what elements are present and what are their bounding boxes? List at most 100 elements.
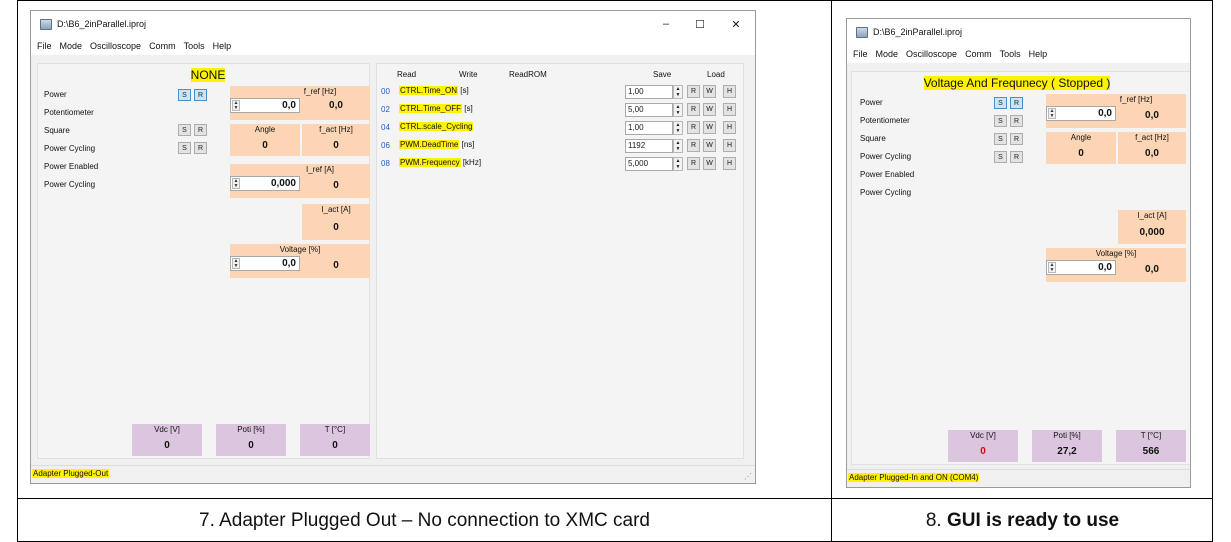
voltage-input[interactable]: ▲ ▼ 0,0: [1046, 260, 1116, 275]
menu-oscilloscope[interactable]: Oscilloscope: [906, 49, 957, 59]
status-text: Adapter Plugged-Out: [32, 469, 110, 478]
spin-arrows-icon[interactable]: ▲ ▼: [673, 157, 683, 171]
param-help-button[interactable]: H: [723, 85, 736, 98]
param-write-button[interactable]: W: [703, 157, 716, 170]
table-row: 04 CTRL.scale_Cycling 1,00 ▲ ▼ R W H: [377, 120, 743, 137]
label-potentiometer: Potentiometer: [860, 116, 910, 125]
menu-bar: File Mode Oscilloscope Comm Tools Help: [847, 45, 1190, 63]
power-set-button[interactable]: S: [178, 89, 191, 101]
window-title: D:\B6_2inParallel.iproj: [57, 19, 147, 29]
power-reset-button[interactable]: R: [1010, 97, 1023, 109]
power-set-button[interactable]: S: [994, 97, 1007, 109]
temp-box: T [°C] 566: [1116, 430, 1186, 462]
f-act-box: f_act [Hz] 0: [302, 124, 370, 156]
voltage-box: Voltage [%] ▲ ▼ 0,0 0,0: [1046, 248, 1186, 282]
i-ref-input[interactable]: ▲ ▼ 0,000: [230, 176, 300, 191]
power-cycling-set-button[interactable]: S: [994, 151, 1007, 163]
client-area: NONE Power Potentiometer Square Power Cy…: [31, 55, 755, 483]
param-help-button[interactable]: H: [723, 121, 736, 134]
save-header[interactable]: Save: [653, 70, 671, 79]
spin-arrows-icon[interactable]: ▲ ▼: [232, 100, 240, 111]
menu-mode[interactable]: Mode: [60, 41, 83, 51]
label-power: Power: [860, 98, 883, 107]
square-set-button[interactable]: S: [994, 133, 1007, 145]
param-read-button[interactable]: R: [687, 103, 700, 116]
power-cycling-reset-button[interactable]: R: [1010, 151, 1023, 163]
param-write-button[interactable]: W: [703, 121, 716, 134]
menu-comm[interactable]: Comm: [149, 41, 176, 51]
label-power-cycling: Power Cycling: [44, 144, 96, 153]
parameter-panel: Read Write ReadROM Save Load 00 CTRL.Tim…: [376, 63, 744, 459]
i-ref-value: 0: [333, 180, 339, 191]
menu-tools[interactable]: Tools: [184, 41, 205, 51]
spin-arrows-icon[interactable]: ▲ ▼: [673, 139, 683, 153]
label-power-cycling-status: Power Cycling: [860, 188, 912, 197]
poti-value: 27,2: [1057, 446, 1077, 457]
param-value-input[interactable]: 1,00: [625, 85, 673, 99]
table-row: 06 PWM.DeadTime [ns] 1192 ▲ ▼ R W H: [377, 138, 743, 155]
param-value-input[interactable]: 1,00: [625, 121, 673, 135]
menu-tools[interactable]: Tools: [1000, 49, 1021, 59]
square-reset-button[interactable]: R: [194, 124, 207, 136]
square-set-button[interactable]: S: [178, 124, 191, 136]
load-header[interactable]: Load: [707, 70, 725, 79]
param-value-input[interactable]: 1192: [625, 139, 673, 153]
menu-help[interactable]: Help: [1029, 49, 1048, 59]
mode-label: NONE: [190, 68, 226, 82]
spin-arrows-icon[interactable]: ▲ ▼: [232, 258, 240, 269]
voltage-input[interactable]: ▲ ▼ 0,0: [230, 256, 300, 271]
resize-grip-icon[interactable]: ⋰: [744, 472, 752, 481]
param-write-button[interactable]: W: [703, 139, 716, 152]
power-cycling-set-button[interactable]: S: [178, 142, 191, 154]
f-ref-value: 0,0: [1145, 110, 1159, 121]
minimize-button[interactable]: –: [649, 11, 683, 37]
menu-file[interactable]: File: [37, 41, 52, 51]
menu-help[interactable]: Help: [213, 41, 232, 51]
spin-arrows-icon[interactable]: ▲ ▼: [673, 85, 683, 99]
param-value-input[interactable]: 5,000: [625, 157, 673, 171]
potentiometer-set-button[interactable]: S: [994, 115, 1007, 127]
parameter-list: 00 CTRL.Time_ON [s] 1,00 ▲ ▼ R W H 02 CTR…: [377, 84, 743, 184]
vdc-box: Vdc [V] 0: [948, 430, 1018, 462]
power-cycling-reset-button[interactable]: R: [194, 142, 207, 154]
param-value-input[interactable]: 5,00: [625, 103, 673, 117]
table-row: 00 CTRL.Time_ON [s] 1,00 ▲ ▼ R W H: [377, 84, 743, 101]
spin-arrows-icon[interactable]: ▲ ▼: [1048, 262, 1056, 273]
param-help-button[interactable]: H: [723, 139, 736, 152]
param-write-button[interactable]: W: [703, 85, 716, 98]
param-help-button[interactable]: H: [723, 157, 736, 170]
param-read-button[interactable]: R: [687, 157, 700, 170]
param-read-button[interactable]: R: [687, 139, 700, 152]
f-act-box: f_act [Hz] 0,0: [1118, 132, 1186, 164]
i-act-box: I_act [A] 0: [302, 204, 370, 240]
spin-arrows-icon[interactable]: ▲ ▼: [232, 178, 240, 189]
spin-arrows-icon[interactable]: ▲ ▼: [1048, 108, 1056, 119]
param-write-button[interactable]: W: [703, 103, 716, 116]
title-bar: D:\B6_2inParallel.iproj: [847, 19, 1190, 45]
param-read-button[interactable]: R: [687, 85, 700, 98]
maximize-button[interactable]: ☐: [683, 11, 717, 37]
potentiometer-reset-button[interactable]: R: [1010, 115, 1023, 127]
power-reset-button[interactable]: R: [194, 89, 207, 101]
square-reset-button[interactable]: R: [1010, 133, 1023, 145]
spin-arrows-icon[interactable]: ▲ ▼: [673, 121, 683, 135]
write-header[interactable]: Write: [459, 70, 478, 79]
menu-mode[interactable]: Mode: [876, 49, 899, 59]
caption-right: 8. GUI is ready to use: [925, 509, 1120, 531]
param-help-button[interactable]: H: [723, 103, 736, 116]
table-row: 08 PWM.Frequency [kHz] 5,000 ▲ ▼ R W H: [377, 156, 743, 173]
f-ref-input[interactable]: ▲ ▼ 0,0: [230, 98, 300, 113]
app-icon: [856, 26, 868, 38]
f-ref-input[interactable]: ▲ ▼ 0,0: [1046, 106, 1116, 121]
readrom-header[interactable]: ReadROM: [509, 70, 547, 79]
angle-box: Angle 0: [230, 124, 300, 156]
spin-arrows-icon[interactable]: ▲ ▼: [673, 103, 683, 117]
menu-oscilloscope[interactable]: Oscilloscope: [90, 41, 141, 51]
read-header[interactable]: Read: [397, 70, 416, 79]
param-read-button[interactable]: R: [687, 121, 700, 134]
f-ref-box: f_ref [Hz] ▲ ▼ 0,0 0,0: [230, 86, 370, 120]
close-button[interactable]: ✕: [719, 11, 753, 37]
menu-comm[interactable]: Comm: [965, 49, 992, 59]
i-act-value: 0,000: [1139, 227, 1165, 238]
menu-file[interactable]: File: [853, 49, 868, 59]
